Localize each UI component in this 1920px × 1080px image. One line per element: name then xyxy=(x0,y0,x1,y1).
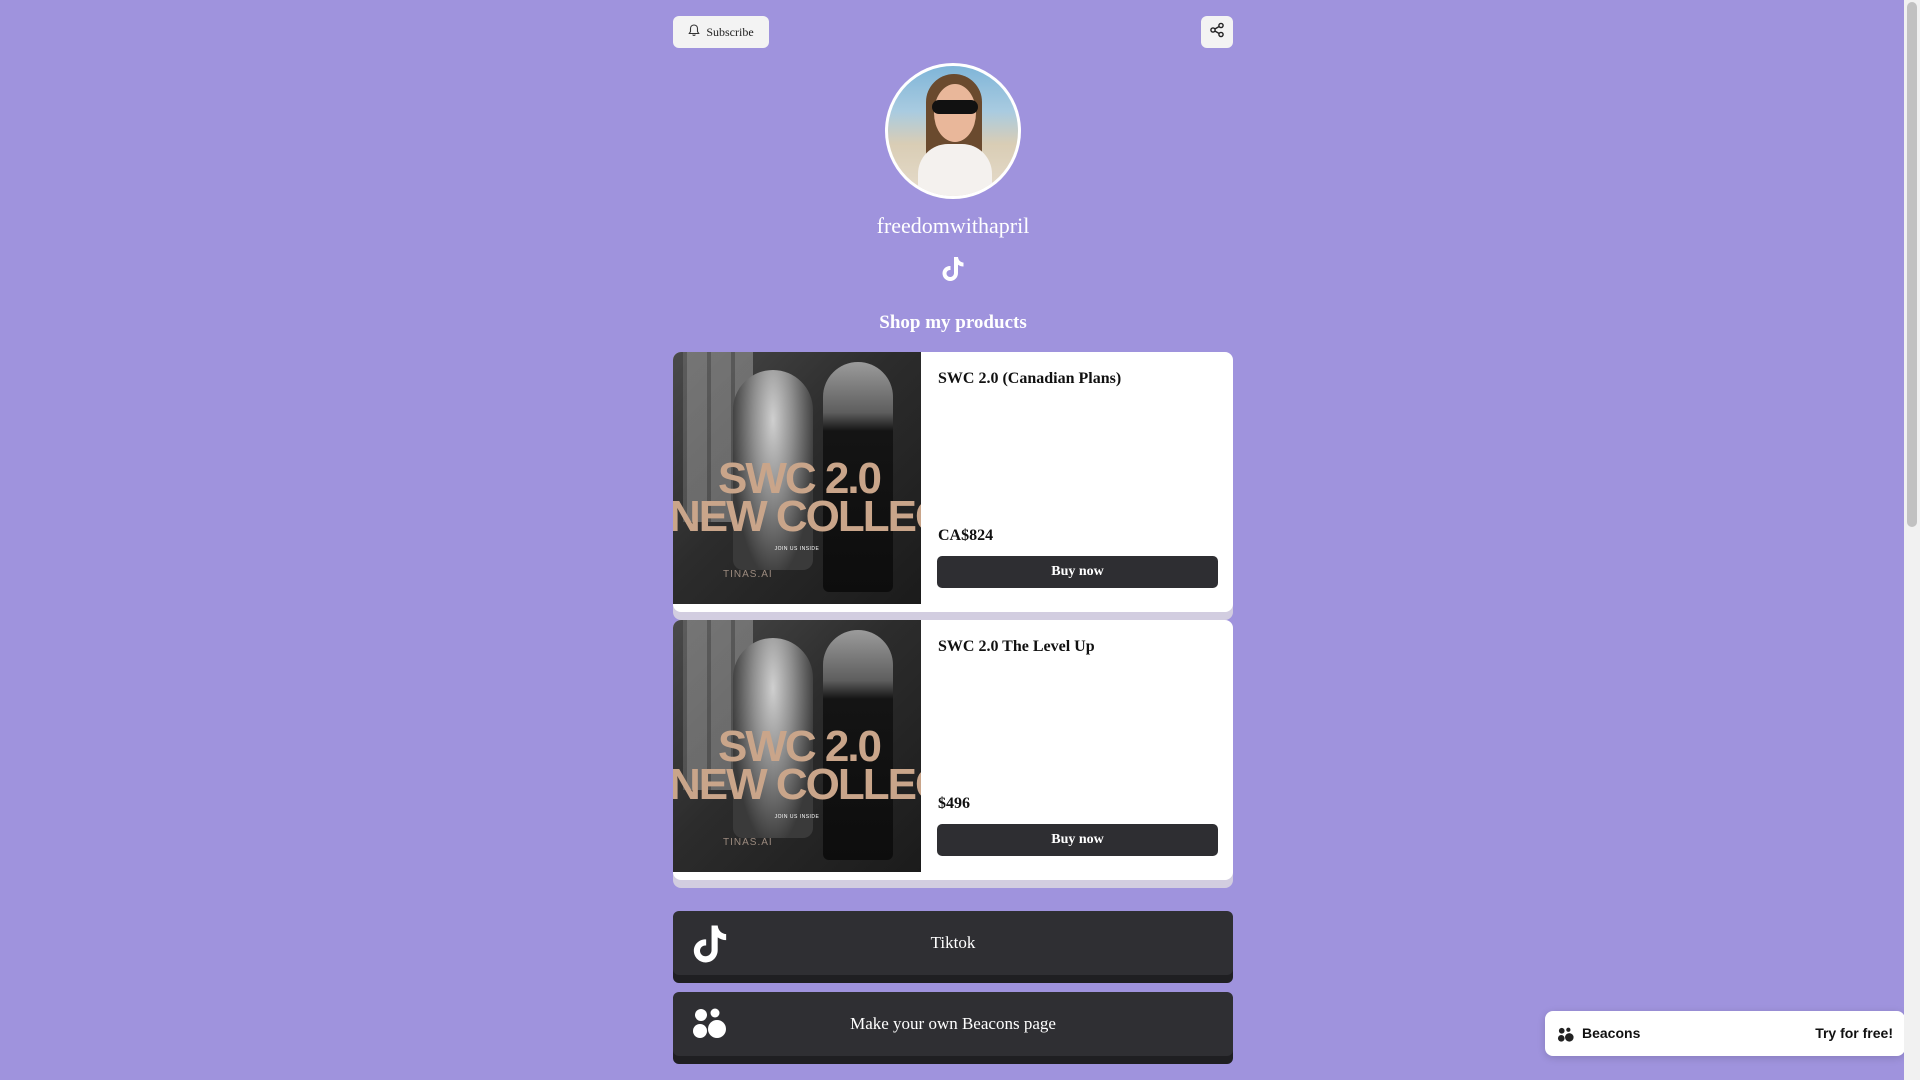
tiktok-link-button[interactable]: Tiktok xyxy=(673,911,1233,975)
product-title[interactable]: SWC 2.0 (Canadian Plans) xyxy=(938,370,1218,388)
buy-now-button[interactable]: Buy now xyxy=(937,556,1218,588)
beacons-link-button[interactable]: Make your own Beacons page xyxy=(673,992,1233,1056)
avatar xyxy=(885,63,1021,199)
product-price: $496 xyxy=(938,795,970,812)
tiktok-icon[interactable] xyxy=(941,256,965,282)
subscribe-label: Subscribe xyxy=(706,24,754,39)
profile-username: freedomwithapril xyxy=(876,213,1030,238)
subscribe-button[interactable]: Subscribe xyxy=(673,16,769,48)
beacons-link-label: Make your own Beacons page xyxy=(850,1014,1056,1033)
share-icon xyxy=(1209,22,1225,43)
scrollbar-thumb[interactable] xyxy=(1907,2,1917,527)
product-price: CA$824 xyxy=(938,527,994,544)
shop-section-title: Shop my products xyxy=(879,312,1027,333)
product-image-small-text: JOIN US INSIDE xyxy=(774,546,820,552)
product-card[interactable]: SWC 2.0 NEW COLLECT JOIN US INSIDE TINAS… xyxy=(673,620,1233,880)
product-image[interactable]: SWC 2.0 NEW COLLECT JOIN US INSIDE TINAS… xyxy=(673,352,921,604)
product-image-brand: TINAS.AI xyxy=(723,837,773,848)
tiktok-link-label: Tiktok xyxy=(930,933,976,952)
product-image[interactable]: SWC 2.0 NEW COLLECT JOIN US INSIDE TINAS… xyxy=(673,620,921,872)
product-image-text-line2: NEW COLLECT xyxy=(673,760,921,809)
buy-now-button[interactable]: Buy now xyxy=(937,824,1218,856)
product-image-small-text: JOIN US INSIDE xyxy=(774,814,820,820)
page: Subscribe freedomwithapril Shop my produ xyxy=(0,0,1920,1080)
beacons-promo-widget[interactable]: Beacons Try for free! xyxy=(1545,1011,1905,1056)
product-card[interactable]: SWC 2.0 NEW COLLECT JOIN US INSIDE TINAS… xyxy=(673,352,1233,612)
beacons-brand-label: Beacons xyxy=(1582,1025,1641,1041)
share-button[interactable] xyxy=(1201,16,1233,48)
avatar-photo xyxy=(888,66,1018,196)
product-image-text-line2: NEW COLLECT xyxy=(673,492,921,541)
try-for-free-link[interactable]: Try for free! xyxy=(1815,1025,1893,1041)
product-title[interactable]: SWC 2.0 The Level Up xyxy=(938,638,1218,656)
product-image-brand: TINAS.AI xyxy=(723,569,773,580)
beacons-logo-icon xyxy=(1557,1026,1575,1044)
bell-icon xyxy=(688,23,700,41)
